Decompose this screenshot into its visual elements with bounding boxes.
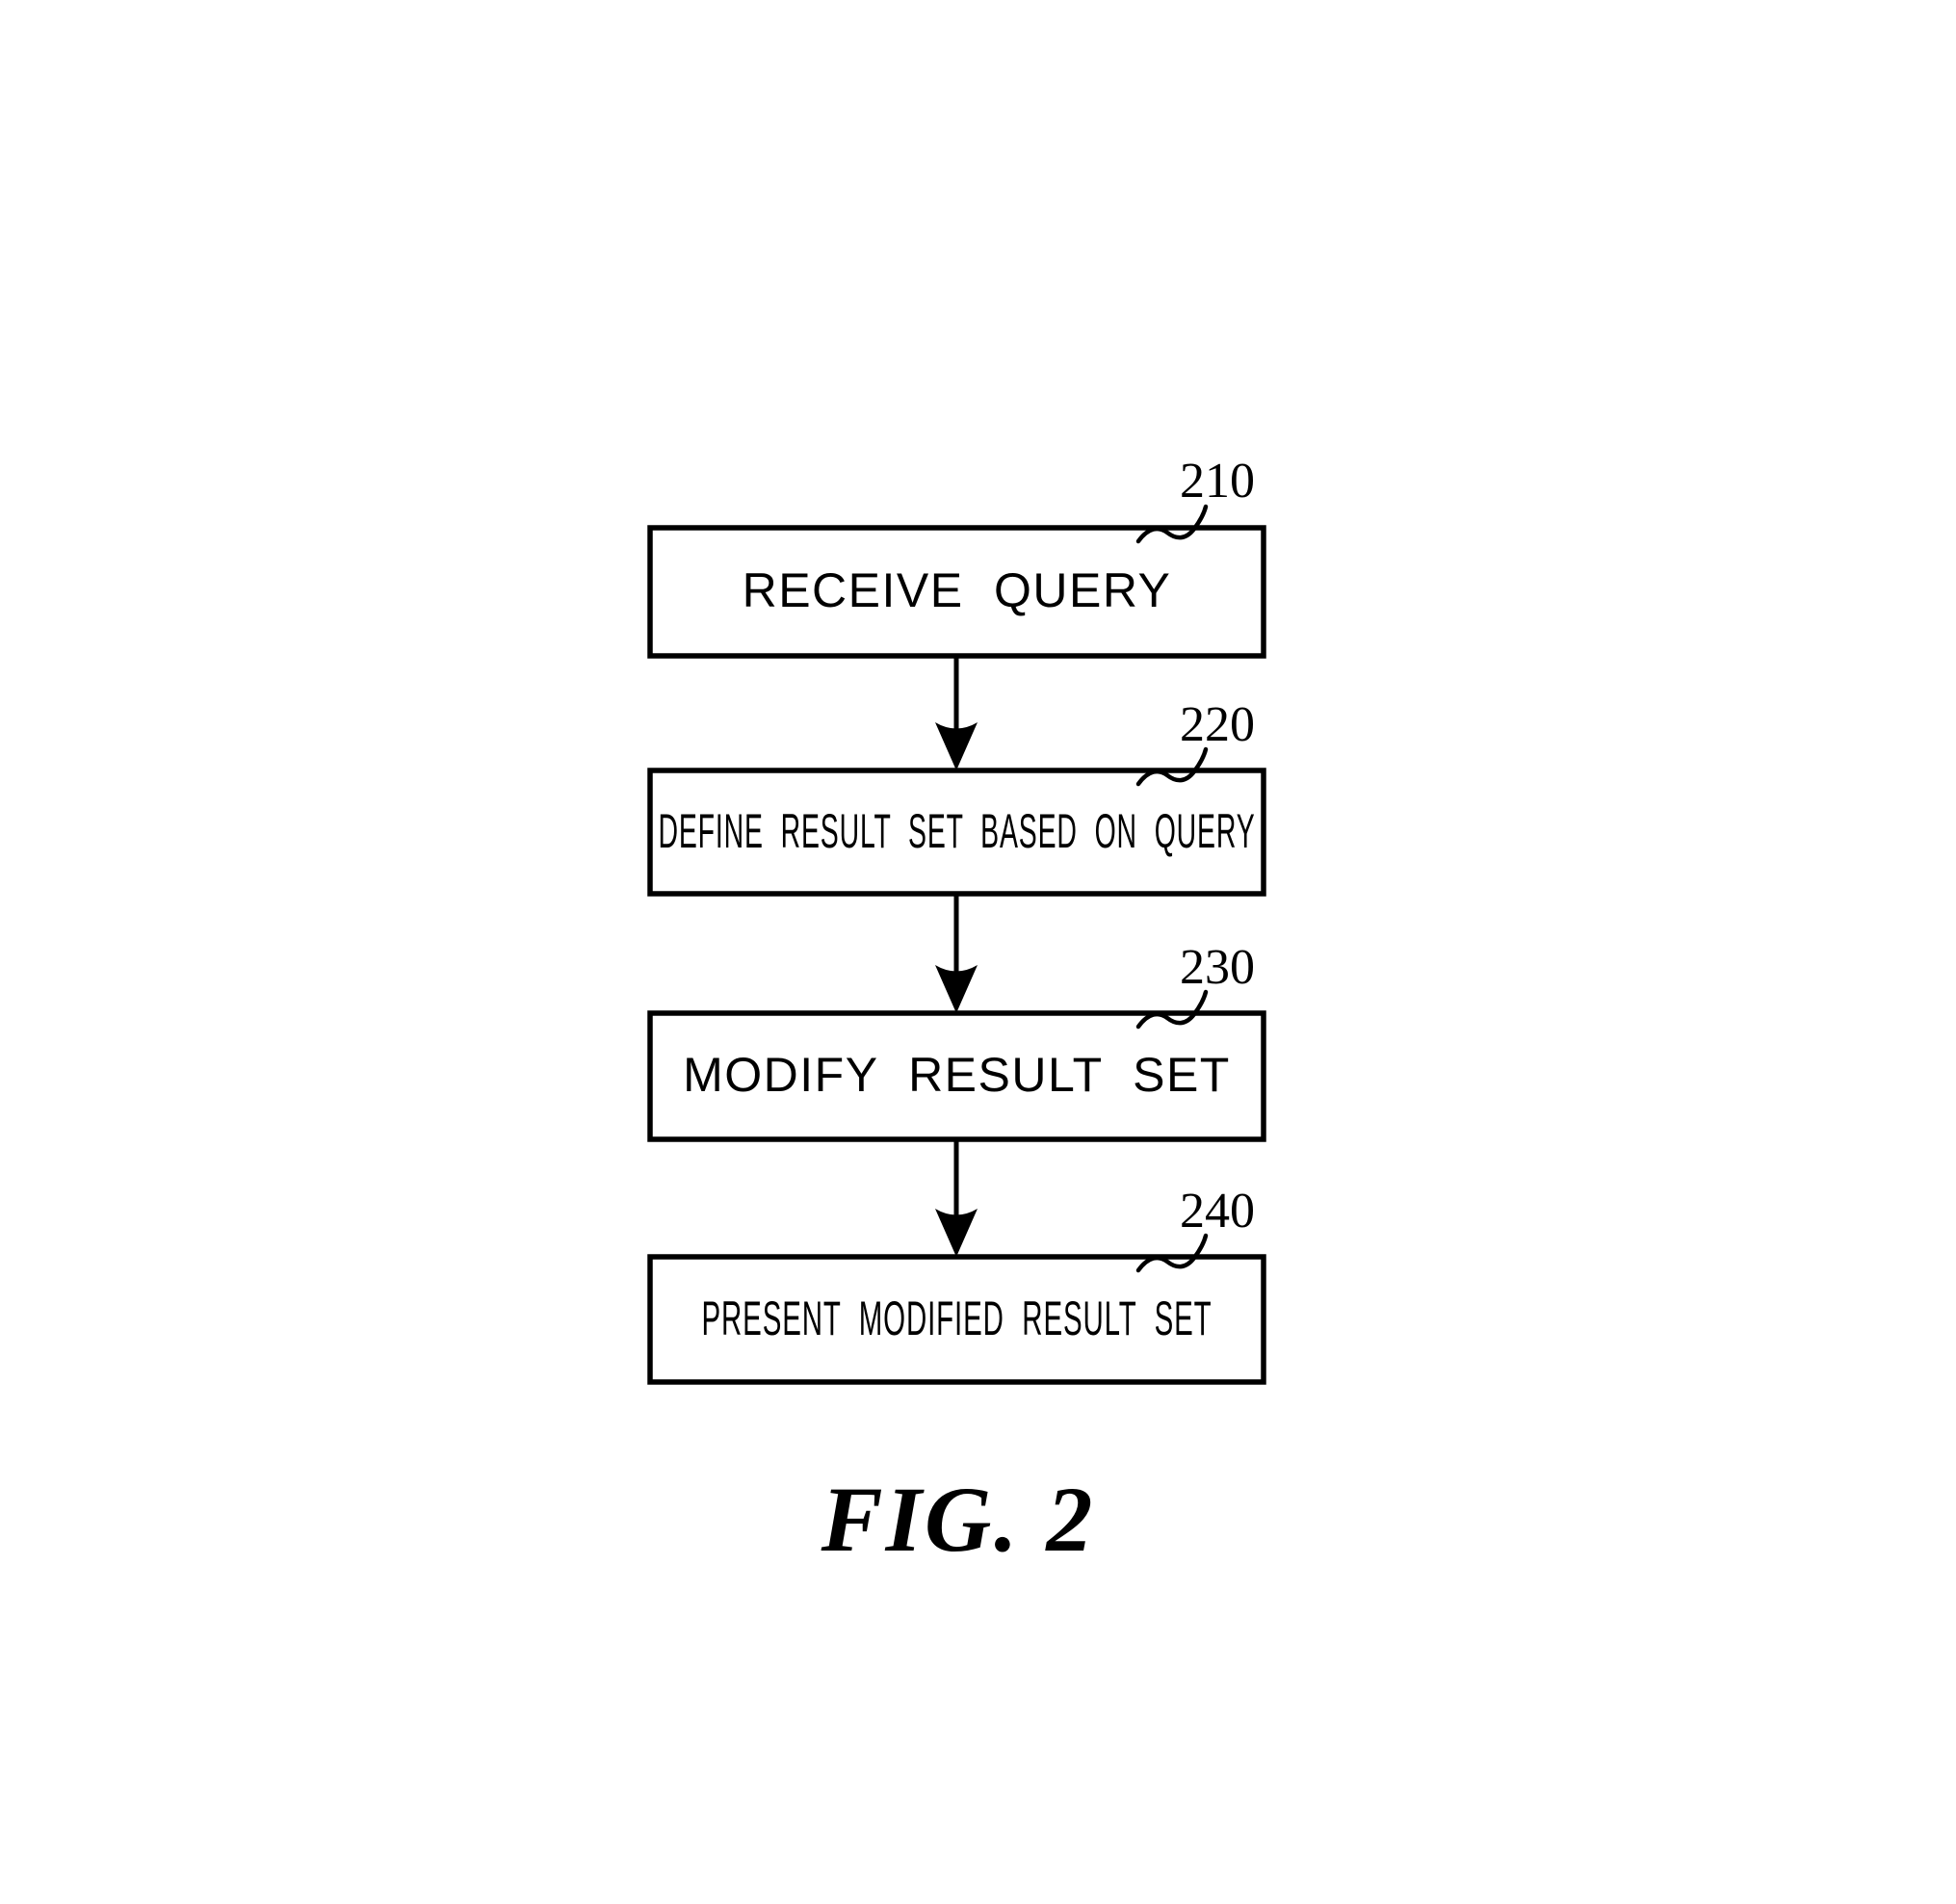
process-box-240-label: PRESENT MODIFIED RESULT SET xyxy=(702,1291,1213,1345)
reference-numeral-240: 240 xyxy=(1180,1184,1255,1239)
process-box-230-label: MODIFY RESULT SET xyxy=(683,1048,1231,1102)
process-step-210: RECEIVE QUERY 210 xyxy=(647,454,1266,659)
process-box-210-label: RECEIVE QUERY xyxy=(743,563,1172,617)
reference-numeral-230: 230 xyxy=(1180,940,1255,995)
arrow-220-to-230 xyxy=(935,894,978,1013)
patent-figure-sheet: RECEIVE QUERY 210 DEFINE RESULT SET BASE… xyxy=(0,0,1956,1904)
arrow-230-to-240 xyxy=(935,1139,978,1257)
reference-numeral-220: 220 xyxy=(1180,697,1255,752)
flowchart-diagram: RECEIVE QUERY 210 DEFINE RESULT SET BASE… xyxy=(647,454,1266,1571)
figure-caption: FIG. 2 xyxy=(821,1468,1096,1571)
arrow-head xyxy=(935,965,978,1013)
arrow-210-to-220 xyxy=(935,656,978,770)
arrow-head xyxy=(935,1209,978,1257)
arrow-head xyxy=(935,722,978,770)
process-box-220-label: DEFINE RESULT SET BASED ON QUERY xyxy=(659,804,1256,858)
reference-numeral-210: 210 xyxy=(1180,454,1255,509)
